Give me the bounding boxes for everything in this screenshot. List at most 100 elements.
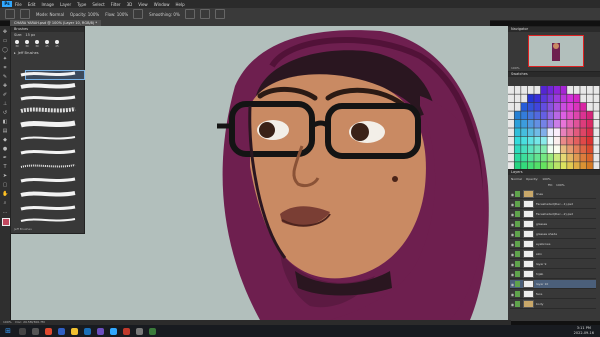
swatch-cell[interactable] [508,145,514,154]
swatch-cell[interactable] [573,136,580,145]
swatch-cell[interactable] [527,128,534,137]
task-view-icon[interactable] [32,327,39,335]
opacity-value[interactable]: 100% [88,12,99,17]
eyedropper-icon[interactable]: ✎ [2,74,8,80]
swatch-cell[interactable] [554,102,560,111]
pressure-icon[interactable] [199,9,210,19]
magic-wand-icon[interactable]: ✦ [2,56,8,62]
swatch-cell[interactable] [521,119,528,128]
swatch-cell[interactable] [508,153,514,162]
swatch-cell[interactable] [508,128,514,137]
swatch-cell[interactable] [573,86,580,94]
brush-tool-icon[interactable] [20,9,30,19]
swatch-cell[interactable] [567,102,574,111]
blur-tool-icon[interactable]: ◆ [2,137,8,143]
swatch-cell[interactable] [540,153,547,162]
swatch-cell[interactable] [547,153,554,162]
healing-brush-icon[interactable]: ✚ [2,83,8,89]
brush-tip[interactable]: 30 [14,40,20,48]
layer-row[interactable]: ◉ glasses shade [510,230,596,239]
swatch-cell[interactable] [540,86,547,94]
swatch-cell[interactable] [547,86,554,94]
home-icon[interactable] [5,9,15,19]
menu-help[interactable]: Help [175,2,184,7]
swatch-cell[interactable] [560,94,567,103]
swatch-cell[interactable] [534,119,541,128]
brush-group[interactable]: ▸ Jeff Brushes [11,50,84,56]
swatch-cell[interactable] [586,119,593,128]
photoshop-taskbar-icon[interactable] [110,327,117,335]
swatch-cell[interactable] [547,119,554,128]
swatch-cell[interactable] [560,128,567,137]
swatch-cell[interactable] [567,136,574,145]
swatch-cell[interactable] [540,128,547,137]
swatch-cell[interactable] [560,153,567,162]
swatch-cell[interactable] [593,111,600,120]
swatch-cell[interactable] [534,128,541,137]
search-icon[interactable] [19,327,26,335]
swatch-cell[interactable] [593,128,600,137]
swatch-cell[interactable] [593,119,600,128]
swatch-cell[interactable] [514,94,521,103]
swatch-cell[interactable] [547,145,554,154]
obs-icon[interactable] [123,327,130,335]
layer-row[interactable]: ◉ lines [510,190,596,199]
shape-tool-icon[interactable]: ▢ [2,182,8,188]
navigator-thumbnail[interactable] [528,35,584,67]
swatch-cell[interactable] [593,94,600,103]
swatch-cell[interactable] [514,102,521,111]
swatch-cell[interactable] [593,153,600,162]
swatch-cell[interactable] [534,102,541,111]
layer-row[interactable]: ◉ body [510,300,596,309]
swatch-cell[interactable] [508,136,514,145]
pen-tool-icon[interactable]: ✒ [2,155,8,161]
menu-edit[interactable]: Edit [28,2,36,7]
swatch-cell[interactable] [586,145,593,154]
taskbar-clock[interactable]: 3:11 PM 2022-09-16 [574,326,594,336]
swatch-cell[interactable] [540,145,547,154]
swatch-cell[interactable] [527,102,534,111]
layer-row[interactable]: ◉ glasses [510,220,596,229]
swatch-cell[interactable] [508,94,514,103]
blend-mode-select[interactable]: Normal [511,177,522,181]
swatch-cell[interactable] [514,145,521,154]
dodge-tool-icon[interactable]: ● [2,146,8,152]
swatch-cell[interactable] [554,119,560,128]
swatch-cell[interactable] [540,111,547,120]
swatch-cell[interactable] [554,111,560,120]
menu-3d[interactable]: 3D [127,2,133,7]
swatch-cell[interactable] [534,136,541,145]
app2-icon[interactable] [136,327,143,335]
mode-select[interactable]: Normal [50,12,64,17]
swatch-cell[interactable] [508,102,514,111]
menu-image[interactable]: Image [41,2,54,7]
swatch-cell[interactable] [573,153,580,162]
brush-tool-icon-side[interactable]: ✐ [2,92,8,98]
swatch-cell[interactable] [540,119,547,128]
swatch-cell[interactable] [534,145,541,154]
swatch-cell[interactable] [527,94,534,103]
zoom-tool-icon[interactable]: ⌕ [2,200,8,206]
swatch-cell[interactable] [534,94,541,103]
swatch-cell[interactable] [580,111,587,120]
swatch-cell[interactable] [560,145,567,154]
swatch-cell[interactable] [554,136,560,145]
menu-view[interactable]: View [138,2,148,7]
settings-gear-icon[interactable] [184,9,195,19]
path-select-icon[interactable]: ➤ [2,173,8,179]
swatch-cell[interactable] [586,153,593,162]
brush-stroke-previews[interactable] [15,69,79,229]
swatch-cell[interactable] [593,86,600,94]
color-swatch-icon[interactable] [2,218,10,226]
swatch-cell[interactable] [521,94,528,103]
extra-tools-icon[interactable]: … [2,209,8,215]
swatch-cell[interactable] [567,119,574,128]
swatch-cell[interactable] [573,111,580,120]
lasso-tool-icon[interactable]: ◯ [2,47,8,53]
swatch-cell[interactable] [567,94,574,103]
swatch-cell[interactable] [560,111,567,120]
flow-value[interactable]: 100% [117,12,128,17]
swatch-cell[interactable] [593,136,600,145]
gradient-tool-icon[interactable]: ▤ [2,128,8,134]
swatch-cell[interactable] [593,145,600,154]
